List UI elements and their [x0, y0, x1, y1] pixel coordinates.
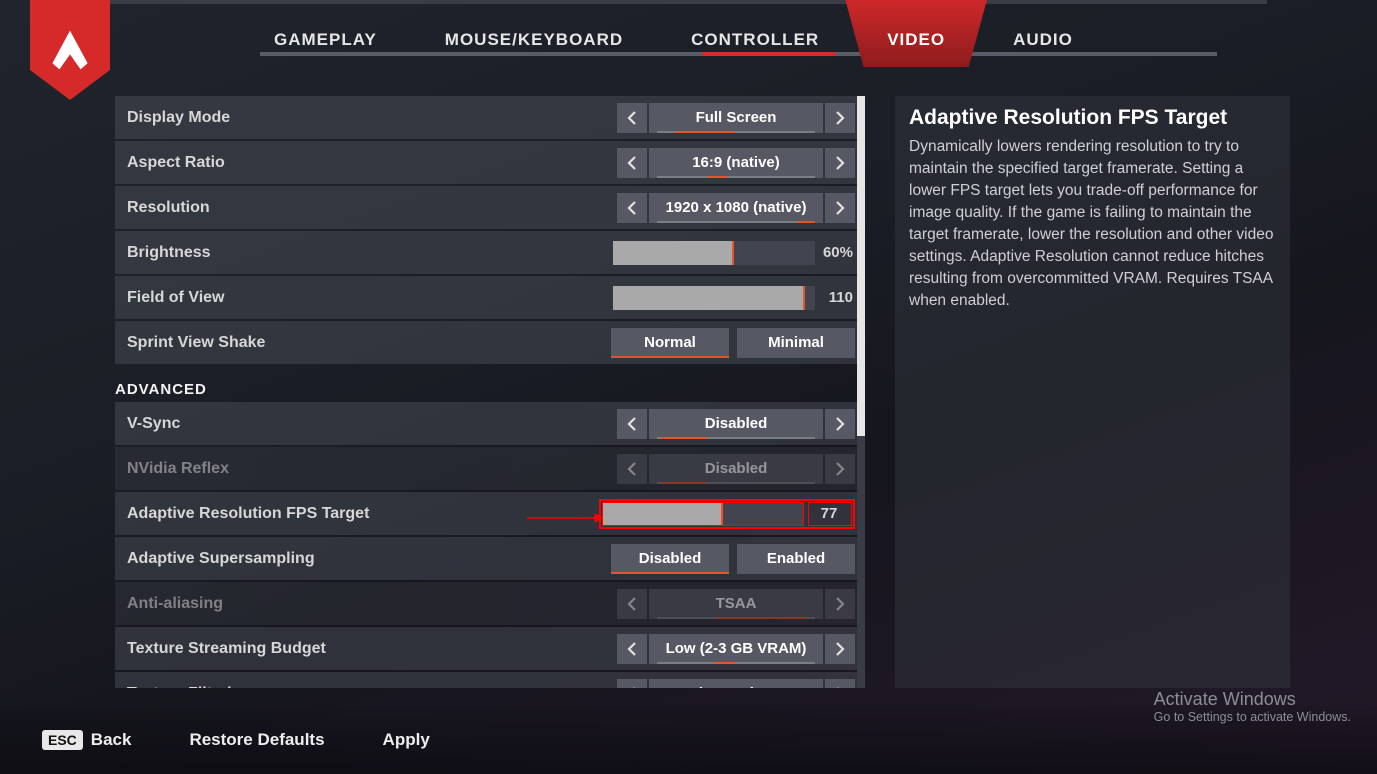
apex-logo-icon: [48, 28, 92, 72]
setting-row-a5: Texture Streaming Budget Low (2-3 GB VRA…: [115, 627, 865, 670]
setting-row-a0: V-Sync Disabled: [115, 402, 865, 445]
toggle-group: Normal Minimal: [611, 328, 855, 358]
chevron-left-icon[interactable]: [617, 148, 647, 178]
tab-gameplay[interactable]: GAMEPLAY: [260, 22, 391, 67]
chevron-left-icon[interactable]: [617, 193, 647, 223]
select-value[interactable]: 1920 x 1080 (native): [649, 193, 823, 223]
back-button[interactable]: ESCBack: [42, 730, 131, 750]
chevron-right-icon[interactable]: [825, 148, 855, 178]
slider-value: 110: [815, 289, 855, 306]
toggle-group: Disabled Enabled: [611, 544, 855, 574]
section-header-advanced: ADVANCED: [115, 366, 865, 402]
setting-row-b2: Resolution 1920 x 1080 (native): [115, 186, 865, 229]
setting-row-b0: Display Mode Full Screen: [115, 96, 865, 139]
slider-value: 60%: [815, 244, 855, 261]
select-control: Disabled: [617, 409, 855, 439]
select-control: TSAA: [617, 589, 855, 619]
chevron-left-icon[interactable]: [617, 454, 647, 484]
chevron-right-icon[interactable]: [825, 679, 855, 689]
windows-activation-watermark: Activate Windows Go to Settings to activ…: [1154, 689, 1351, 724]
select-control: Full Screen: [617, 103, 855, 133]
setting-row-a1: NVidia Reflex Disabled: [115, 447, 865, 490]
setting-row-a6: Texture Filtering Anisotropic 16X: [115, 672, 865, 688]
select-value[interactable]: Disabled: [649, 409, 823, 439]
scrollbar-track[interactable]: [857, 96, 865, 688]
setting-label: Resolution: [127, 199, 617, 217]
setting-label: Texture Streaming Budget: [127, 640, 617, 658]
setting-label: Aspect Ratio: [127, 154, 617, 172]
setting-label: Brightness: [127, 244, 613, 262]
description-body: Dynamically lowers rendering resolution …: [909, 136, 1276, 312]
chevron-right-icon[interactable]: [825, 454, 855, 484]
setting-row-a3: Adaptive Supersampling Disabled Enabled: [115, 537, 865, 580]
select-control: 16:9 (native): [617, 148, 855, 178]
setting-label: NVidia Reflex: [127, 460, 617, 478]
toggle-option[interactable]: Minimal: [737, 328, 855, 358]
restore-defaults-button[interactable]: Restore Defaults: [189, 730, 324, 750]
select-value[interactable]: 16:9 (native): [649, 148, 823, 178]
chevron-right-icon[interactable]: [825, 409, 855, 439]
setting-row-b4: Field of View 110: [115, 276, 865, 319]
top-divider: [110, 0, 1267, 4]
chevron-left-icon[interactable]: [617, 679, 647, 689]
slider-track[interactable]: [613, 286, 815, 310]
setting-label: Field of View: [127, 289, 613, 307]
setting-label: Display Mode: [127, 109, 617, 127]
setting-label: Anti-aliasing: [127, 595, 617, 613]
slider-track[interactable]: [613, 241, 815, 265]
tab-audio[interactable]: AUDIO: [999, 22, 1087, 67]
settings-list: Display Mode Full Screen Aspect Ratio 16…: [115, 96, 865, 688]
esc-keycap: ESC: [42, 730, 83, 750]
chevron-left-icon[interactable]: [617, 103, 647, 133]
tab-mouse-keyboard[interactable]: MOUSE/KEYBOARD: [431, 22, 637, 67]
select-control: Disabled: [617, 454, 855, 484]
tab-controller[interactable]: CONTROLLER: [677, 22, 833, 67]
select-value[interactable]: Full Screen: [649, 103, 823, 133]
select-control: 1920 x 1080 (native): [617, 193, 855, 223]
setting-row-b3: Brightness 60%: [115, 231, 865, 274]
annotation-arrow-icon: [525, 512, 605, 524]
setting-row-b5: Sprint View Shake Normal Minimal: [115, 321, 865, 364]
tab-video[interactable]: VIDEO: [873, 22, 959, 67]
chevron-right-icon[interactable]: [825, 589, 855, 619]
slider-track[interactable]: [602, 502, 804, 526]
toggle-option[interactable]: Normal: [611, 328, 729, 358]
toggle-option[interactable]: Enabled: [737, 544, 855, 574]
select-control: Anisotropic 16X: [617, 679, 855, 689]
select-value[interactable]: TSAA: [649, 589, 823, 619]
chevron-left-icon[interactable]: [617, 589, 647, 619]
chevron-right-icon[interactable]: [825, 103, 855, 133]
setting-row-a4: Anti-aliasing TSAA: [115, 582, 865, 625]
setting-row-a2: Adaptive Resolution FPS Target 77: [115, 492, 865, 535]
description-panel: Adaptive Resolution FPS Target Dynamical…: [895, 96, 1290, 688]
settings-tabs: GAMEPLAY MOUSE/KEYBOARD CONTROLLER VIDEO…: [260, 22, 1087, 67]
apply-button[interactable]: Apply: [383, 730, 430, 750]
setting-label: V-Sync: [127, 415, 617, 433]
select-value[interactable]: Disabled: [649, 454, 823, 484]
select-value[interactable]: Anisotropic 16X: [649, 679, 823, 689]
scrollbar-thumb[interactable]: [857, 96, 865, 436]
setting-label: Adaptive Supersampling: [127, 550, 611, 568]
toggle-option[interactable]: Disabled: [611, 544, 729, 574]
setting-row-b1: Aspect Ratio 16:9 (native): [115, 141, 865, 184]
chevron-left-icon[interactable]: [617, 409, 647, 439]
chevron-right-icon[interactable]: [825, 193, 855, 223]
chevron-right-icon[interactable]: [825, 634, 855, 664]
slider-value: 77: [808, 502, 852, 526]
setting-label: Texture Filtering: [127, 685, 617, 689]
select-value[interactable]: Low (2-3 GB VRAM): [649, 634, 823, 664]
description-title: Adaptive Resolution FPS Target: [909, 106, 1276, 130]
select-control: Low (2-3 GB VRAM): [617, 634, 855, 664]
setting-label: Sprint View Shake: [127, 334, 611, 352]
chevron-left-icon[interactable]: [617, 634, 647, 664]
